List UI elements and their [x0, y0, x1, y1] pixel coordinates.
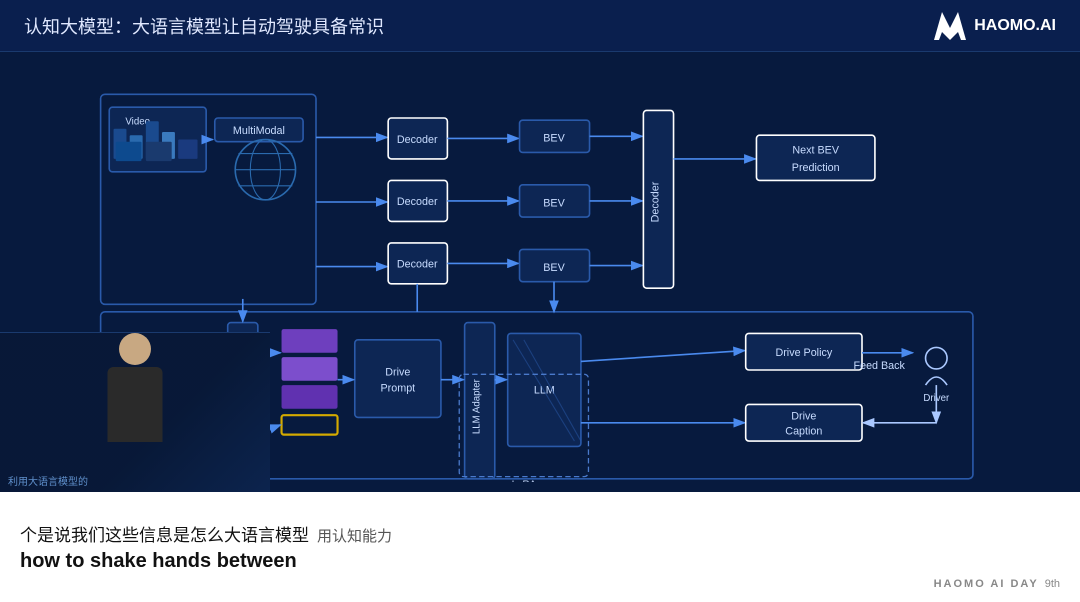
bev2-label: BEV — [543, 197, 565, 209]
next-bev-label2: Prediction — [792, 162, 840, 174]
drive-caption-label2: Caption — [785, 426, 822, 438]
drive-caption-label1: Drive — [791, 411, 816, 423]
subtitle-chinese: 个是说我们这些信息是怎么大语言模型 — [20, 521, 309, 546]
subtitle-bar: 个是说我们这些信息是怎么大语言模型 用认知能力 how to shake han… — [0, 492, 1080, 602]
subtitle-chinese-right: 用认知能力 — [317, 525, 392, 546]
decoder2-label: Decoder — [397, 196, 438, 208]
haomo-logo-icon — [934, 12, 966, 40]
block3 — [282, 385, 338, 409]
multimodal-label: MultiModal — [233, 125, 285, 137]
header: 认知大模型：大语言模型让自动驾驶具备常识 HAOMO.AI — [0, 0, 1080, 52]
llm-adapter-label: LLM Adapter — [472, 378, 483, 434]
footer-logo: HAOMO AI DAY — [934, 578, 1039, 590]
next-bev-label1: Next BEV — [792, 145, 839, 157]
drive-prompt-label1: Drive — [385, 366, 410, 378]
drive-prompt-label2: Prompt — [381, 383, 416, 395]
right-decoder-label: Decoder — [649, 181, 661, 222]
subtitle-english: how to shake hands between — [20, 550, 1060, 573]
logo: HAOMO.AI — [934, 12, 1056, 40]
bev3-label: BEV — [543, 262, 565, 274]
yellow-block — [282, 415, 338, 434]
page-title: 认知大模型：大语言模型让自动驾驶具备常识 — [24, 13, 384, 39]
arrow-llm-drivepolicy — [581, 351, 745, 362]
block2 — [282, 357, 338, 381]
speaker-body — [108, 367, 163, 442]
drive-policy-label: Drive Policy — [775, 347, 832, 359]
footer-day: 9th — [1045, 578, 1060, 590]
lora-label: LoRA — [512, 479, 537, 482]
speaker-thumbnail: 利用大语言模型的 — [0, 332, 270, 492]
bev1-label: BEV — [543, 133, 565, 145]
logo-text: HAOMO.AI — [974, 17, 1056, 35]
decoder1-label: Decoder — [397, 134, 438, 146]
driver-icon-body — [926, 377, 948, 385]
drive-prompt-box — [355, 340, 441, 418]
block1 — [282, 329, 338, 353]
decoder3-label: Decoder — [397, 259, 438, 271]
footer-logo-area: HAOMO AI DAY 9th — [934, 578, 1060, 590]
speaker-head — [119, 333, 151, 365]
feed-back-label: Feed Back — [854, 360, 906, 372]
driver-icon-head — [926, 347, 948, 369]
